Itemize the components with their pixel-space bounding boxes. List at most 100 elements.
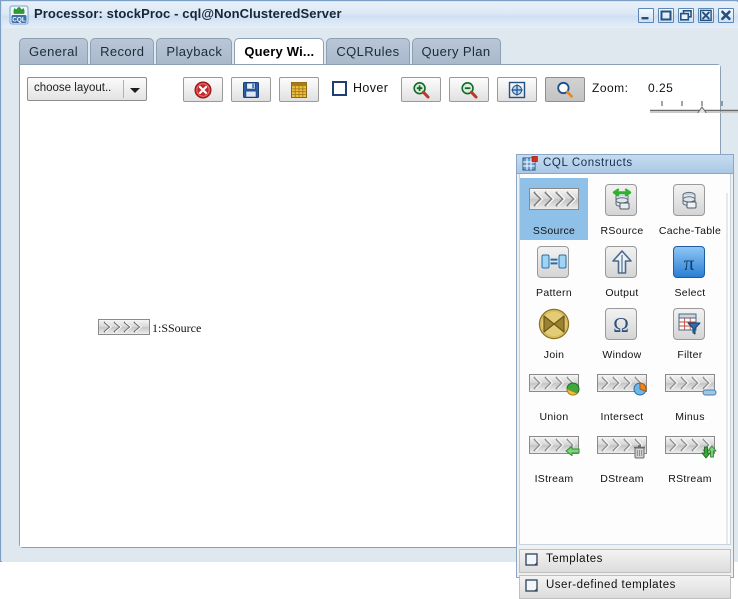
pattern-icon — [537, 246, 571, 280]
union-icon — [529, 374, 579, 400]
template-page-icon — [525, 579, 540, 594]
fit-button[interactable] — [497, 77, 537, 102]
application-window: CQL Processor: stockProc - cql@NonCluste… — [0, 0, 738, 562]
close-window-button[interactable] — [698, 8, 714, 23]
chevron-stream-icon — [98, 319, 150, 335]
construct-intersect[interactable]: Intersect — [588, 364, 656, 426]
grid-button[interactable] — [279, 77, 319, 102]
filter-funnel-icon — [673, 308, 707, 342]
construct-label: Filter — [656, 349, 724, 361]
hover-checkbox-label: Hover — [353, 81, 388, 95]
construct-label: Output — [588, 287, 656, 299]
delete-button[interactable] — [183, 77, 223, 102]
construct-ssource[interactable]: SSource — [520, 178, 588, 240]
tab-query-wizard[interactable]: Query Wi... — [234, 38, 324, 64]
zoom-in-button[interactable] — [401, 77, 441, 102]
output-arrow-icon — [605, 246, 639, 280]
construct-dstream[interactable]: DStream — [588, 426, 656, 488]
layout-combo-value: choose layout.. — [34, 82, 111, 94]
delete-circle-icon — [194, 81, 212, 99]
cache-table-icon — [673, 184, 707, 218]
chevron-stream-icon — [529, 188, 579, 214]
accordion-user-defined-templates[interactable]: User-defined templates — [519, 575, 731, 599]
close-app-button[interactable] — [718, 8, 734, 23]
construct-label: RStream — [656, 473, 724, 485]
save-button[interactable] — [231, 77, 271, 102]
zoom-out-button[interactable] — [449, 77, 489, 102]
tab-query-plan[interactable]: Query Plan — [412, 38, 501, 64]
dstream-icon — [597, 436, 647, 462]
combo-separator — [123, 80, 124, 98]
zoom-select-button[interactable] — [545, 77, 585, 102]
content-area: General Record Playback Query Wi... CQLR… — [2, 28, 738, 562]
tab-label: Playback — [166, 44, 222, 59]
intersect-icon — [597, 374, 647, 400]
query-wizard-toolbar: choose layout.. — [20, 65, 720, 114]
construct-rstream[interactable]: RStream — [656, 426, 724, 488]
canvas-node-ssource[interactable]: 1:SSource — [98, 319, 150, 335]
template-page-icon — [525, 553, 540, 568]
window-title: Processor: stockProc - cql@NonClusteredS… — [34, 6, 342, 21]
zoom-value: 0.25 — [648, 81, 673, 95]
tab-playback[interactable]: Playback — [156, 38, 232, 64]
construct-label: Minus — [656, 411, 724, 423]
construct-filter[interactable]: Filter — [656, 302, 724, 364]
maximize-button[interactable] — [658, 8, 674, 23]
construct-rsource[interactable]: RSource — [588, 178, 656, 240]
accordion-label: User-defined templates — [546, 579, 676, 591]
construct-label: Select — [656, 287, 724, 299]
construct-join[interactable]: Join — [520, 302, 588, 364]
fit-to-page-icon — [508, 81, 526, 99]
svg-text:π: π — [684, 251, 695, 275]
construct-label: Union — [520, 411, 588, 423]
svg-text:CQL: CQL — [12, 17, 26, 24]
rstream-icon — [665, 436, 715, 462]
zoom-label: Zoom: — [592, 81, 629, 95]
cql-constructs-list: SSource R — [519, 174, 731, 545]
table-grid-icon — [291, 81, 308, 98]
constructs-scrollbar[interactable] — [726, 193, 728, 545]
tab-label: CQLRules — [336, 44, 399, 59]
tab-label: Record — [100, 44, 144, 59]
construct-label: Join — [520, 349, 588, 361]
construct-label: IStream — [520, 473, 588, 485]
cql-app-icon: CQL — [9, 5, 29, 25]
construct-label: Window — [588, 349, 656, 361]
tab-record[interactable]: Record — [90, 38, 154, 64]
layout-combo[interactable]: choose layout.. — [27, 77, 147, 101]
construct-istream[interactable]: IStream — [520, 426, 588, 488]
construct-label: Pattern — [520, 287, 588, 299]
window-omega-icon: Ω — [605, 308, 639, 342]
construct-minus[interactable]: Minus — [656, 364, 724, 426]
construct-output[interactable]: Output — [588, 240, 656, 302]
minimize-button[interactable] — [638, 8, 654, 23]
tab-label: General — [29, 44, 78, 59]
relation-source-icon — [605, 184, 639, 218]
hover-checkbox[interactable] — [332, 81, 347, 96]
restore-button[interactable] — [678, 8, 694, 23]
join-bowtie-icon — [537, 308, 571, 342]
cql-constructs-title: CQL Constructs — [543, 157, 633, 169]
construct-select[interactable]: π Select — [656, 240, 724, 302]
tab-label: Query Plan — [422, 44, 491, 59]
accordion-templates[interactable]: Templates — [519, 549, 731, 573]
construct-pattern[interactable]: Pattern — [520, 240, 588, 302]
magnifier-icon — [556, 81, 574, 99]
tab-cqlrules[interactable]: CQLRules — [326, 38, 409, 64]
tab-label: Query Wi... — [244, 44, 314, 59]
construct-union[interactable]: Union — [520, 364, 588, 426]
construct-cache-table[interactable]: Cache-Table — [656, 178, 724, 240]
grid-badge-icon — [522, 156, 539, 172]
tab-general[interactable]: General — [19, 38, 88, 64]
construct-label: DStream — [588, 473, 656, 485]
floppy-save-icon — [243, 81, 260, 98]
construct-label: RSource — [588, 225, 656, 237]
construct-label: Intersect — [588, 411, 656, 423]
svg-text:Ω: Ω — [613, 313, 629, 337]
tab-strip: General Record Playback Query Wi... CQLR… — [19, 38, 503, 66]
canvas-node-label: 1:SSource — [152, 321, 201, 336]
cql-constructs-panel: CQL Constructs — [516, 154, 734, 578]
construct-window[interactable]: Ω Window — [588, 302, 656, 364]
zoom-out-icon — [460, 81, 478, 99]
cql-constructs-header[interactable]: CQL Constructs — [517, 155, 733, 174]
